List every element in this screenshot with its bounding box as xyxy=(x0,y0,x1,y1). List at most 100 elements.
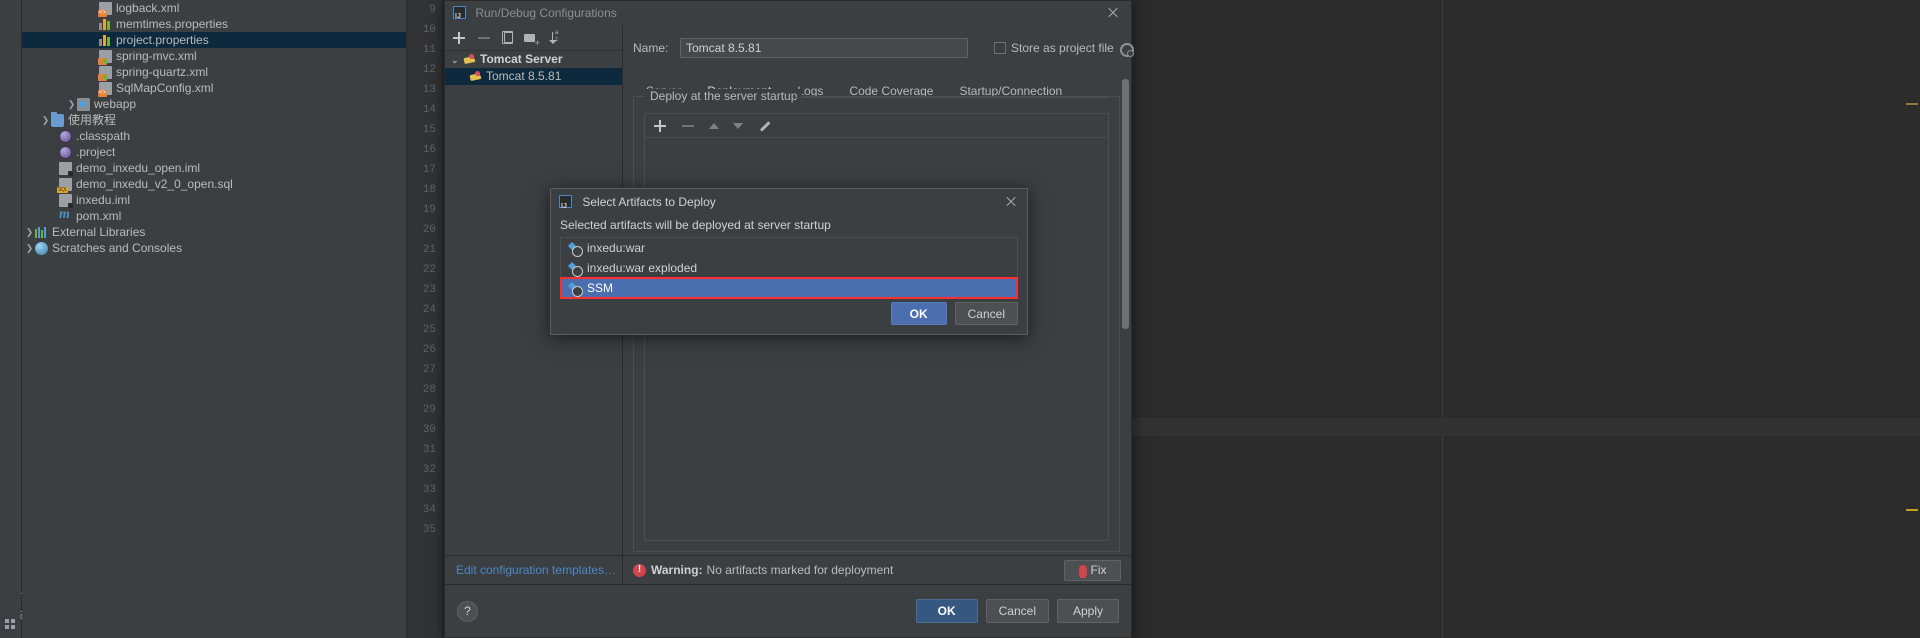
tree-item[interactable]: project.properties xyxy=(22,32,406,48)
configuration-row[interactable]: Tomcat 8.5.81 xyxy=(445,68,622,85)
artifact-label: SSM xyxy=(587,281,614,295)
maven-file-icon xyxy=(59,207,72,223)
dialog-scrollbar[interactable] xyxy=(1122,79,1129,329)
store-as-project-file-row[interactable]: Store as project file xyxy=(994,41,1134,57)
tree-item-label: inxedu.iml xyxy=(76,193,131,207)
editor-marker[interactable] xyxy=(1906,509,1918,511)
tree-item[interactable]: demo_inxedu_open.iml xyxy=(22,160,406,176)
tree-item-label: .project xyxy=(76,145,116,159)
dialog-title-bar: Run/Debug Configurations xyxy=(445,1,1131,29)
fix-button[interactable]: Fix xyxy=(1064,559,1121,581)
arrow-up-icon[interactable] xyxy=(709,122,719,129)
tree-item[interactable]: .project xyxy=(22,144,406,160)
store-as-project-file-checkbox[interactable] xyxy=(994,42,1006,54)
cancel-button[interactable]: Cancel xyxy=(985,599,1049,623)
edit-configuration-templates-label: Edit configuration templates… xyxy=(456,563,617,577)
gear-icon[interactable] xyxy=(1119,42,1134,57)
ok-button[interactable]: OK xyxy=(915,599,978,623)
copy-icon[interactable] xyxy=(502,31,513,44)
tree-item[interactable]: logback.xml xyxy=(22,0,406,17)
artifact-row[interactable]: inxedu:war exploded xyxy=(561,258,1017,278)
plus-icon[interactable] xyxy=(653,119,667,133)
tree-item-label: demo_inxedu_v2_0_open.sql xyxy=(76,177,233,191)
chevron-right-icon[interactable]: ❯ xyxy=(24,224,35,240)
tree-item[interactable]: ❯ Scratches and Consoles xyxy=(22,240,406,256)
artifact-row[interactable]: SSM xyxy=(560,277,1018,299)
line-number: 29 xyxy=(422,404,436,416)
line-number: 28 xyxy=(422,384,436,396)
configurations-toolbar[interactable] xyxy=(445,25,622,51)
artifact-row[interactable]: inxedu:war xyxy=(561,238,1017,258)
libraries-icon xyxy=(35,226,48,239)
modal-ok-button[interactable]: OK xyxy=(890,302,947,325)
close-icon[interactable] xyxy=(1105,5,1121,21)
line-number: 19 xyxy=(422,204,436,216)
bulb-icon xyxy=(1078,564,1087,578)
tree-item[interactable]: ❯ webapp xyxy=(22,96,406,112)
tree-item[interactable]: demo_inxedu_v2_0_open.sql xyxy=(22,176,406,193)
minus-icon[interactable] xyxy=(681,119,695,133)
eclipse-file-icon xyxy=(59,146,72,159)
tree-item-label: spring-mvc.xml xyxy=(116,49,197,63)
warning-icon xyxy=(633,563,646,577)
chevron-down-icon[interactable]: ⌄ xyxy=(451,52,463,69)
line-number: 34 xyxy=(422,504,436,516)
edit-configuration-templates-link[interactable]: Edit configuration templates… xyxy=(445,555,624,584)
plus-icon[interactable] xyxy=(452,31,466,45)
tree-item-label: webapp xyxy=(94,97,137,111)
artifact-label: inxedu:war exploded xyxy=(587,261,698,275)
structure-icon xyxy=(5,619,16,630)
tree-item-label: External Libraries xyxy=(52,225,146,239)
chevron-right-icon[interactable]: ❯ xyxy=(24,240,35,256)
tree-item[interactable]: memtimes.properties xyxy=(22,16,406,32)
close-icon[interactable] xyxy=(1004,195,1018,209)
tree-item[interactable]: .classpath xyxy=(22,128,406,144)
apply-button[interactable]: Apply xyxy=(1057,599,1119,623)
artifact-label: inxedu:war xyxy=(587,241,646,255)
line-number: 9 xyxy=(429,4,436,16)
modal-subtitle: Selected artifacts will be deployed at s… xyxy=(560,218,831,232)
artifact-list[interactable]: inxedu:war inxedu:war exploded SSM xyxy=(560,237,1018,299)
configuration-group-row[interactable]: ⌄ Tomcat Server xyxy=(445,51,622,68)
modal-cancel-button[interactable]: Cancel xyxy=(954,302,1018,325)
right-margin-guide xyxy=(1442,0,1443,638)
tree-item[interactable]: pom.xml xyxy=(22,207,406,224)
line-number: 17 xyxy=(422,164,436,176)
tree-item[interactable]: spring-quartz.xml xyxy=(22,64,406,81)
deployment-toolbar[interactable] xyxy=(644,113,1109,137)
line-number: 33 xyxy=(422,484,436,496)
tree-item-label: logback.xml xyxy=(116,1,180,15)
tree-item[interactable]: ❯ 使用教程 xyxy=(22,112,406,128)
editor-marker[interactable] xyxy=(1906,103,1918,105)
tree-item[interactable]: ❯ External Libraries xyxy=(22,224,406,240)
line-number: 27 xyxy=(422,364,436,376)
pencil-icon[interactable] xyxy=(757,119,771,133)
tree-item[interactable]: inxedu.iml xyxy=(22,192,406,208)
tree-item-label: SqlMapConfig.xml xyxy=(116,81,214,95)
line-number: 31 xyxy=(422,444,436,456)
project-tree-panel[interactable]: logback.xml memtimes.properties project.pr… xyxy=(22,0,407,638)
chevron-right-icon[interactable]: ❯ xyxy=(40,112,51,128)
eclipse-file-icon xyxy=(59,130,72,143)
iml-file-icon xyxy=(59,162,73,176)
help-button[interactable]: ? xyxy=(457,600,478,622)
tomcat-icon xyxy=(463,53,477,66)
editor-gutter[interactable]: 9 10 11 12 13 14 15 16 17 18 19 20 21 22 23 24 25 26 27 28 2… xyxy=(407,0,442,638)
select-artifacts-modal[interactable]: Select Artifacts to Deploy Selected arti… xyxy=(550,188,1028,335)
tree-item[interactable]: SqlMapConfig.xml xyxy=(22,80,406,97)
folder-add-icon[interactable] xyxy=(524,31,540,48)
line-number: 35 xyxy=(422,524,436,536)
configuration-name-input[interactable] xyxy=(680,38,968,58)
xml-file-icon xyxy=(98,2,112,17)
tree-item-label: spring-quartz.xml xyxy=(116,65,209,79)
name-label: Name: xyxy=(633,41,669,55)
line-number: 12 xyxy=(422,64,436,76)
sort-alphabetically-icon[interactable] xyxy=(549,30,563,45)
modal-title: Select Artifacts to Deploy xyxy=(582,195,716,209)
configuration-label: Tomcat 8.5.81 xyxy=(486,69,562,83)
minus-icon[interactable] xyxy=(477,31,491,45)
fix-button-label: Fix xyxy=(1090,563,1107,577)
chevron-right-icon[interactable]: ❯ xyxy=(66,96,77,112)
arrow-down-icon[interactable] xyxy=(733,122,743,129)
tree-item[interactable]: spring-mvc.xml xyxy=(22,48,406,65)
